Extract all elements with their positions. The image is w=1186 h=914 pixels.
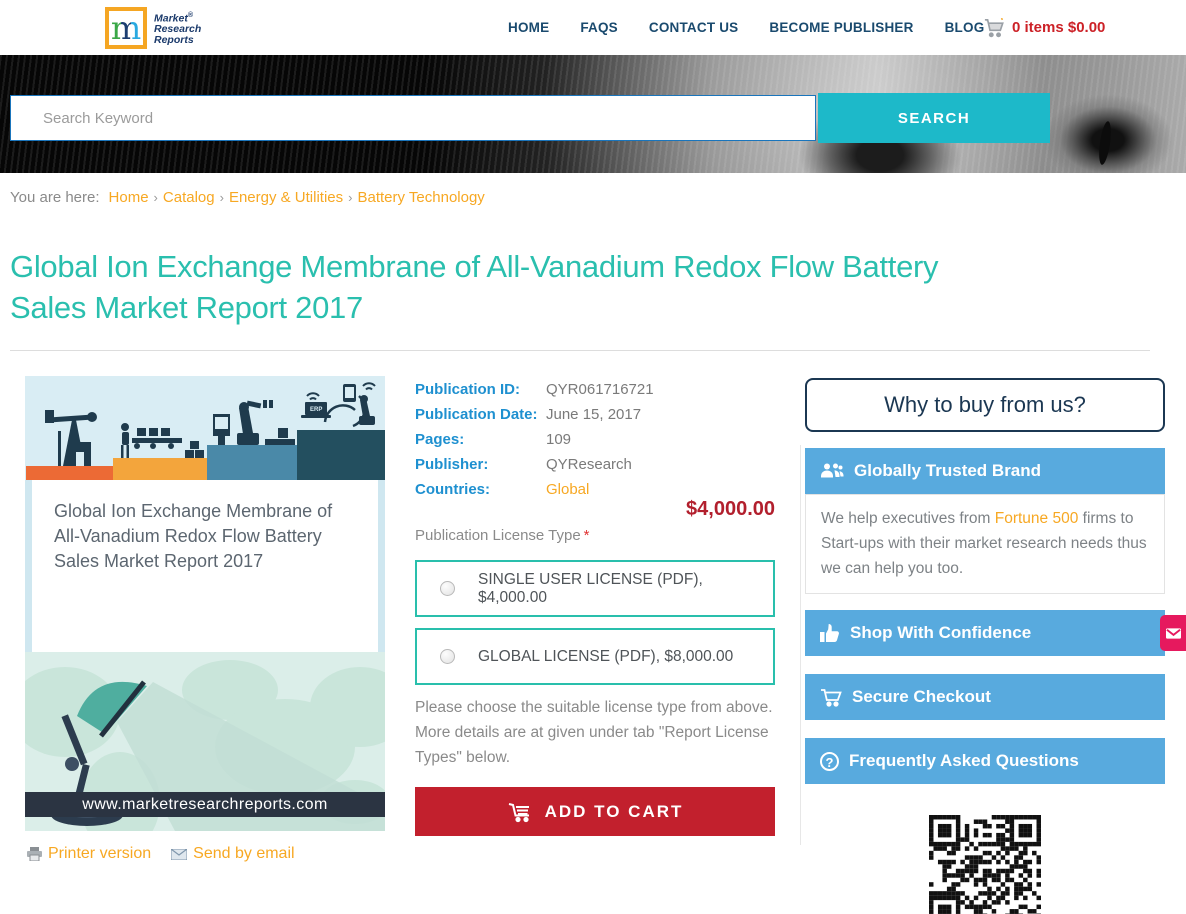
detail-label: Publication Date: <box>415 406 546 423</box>
envelope-icon <box>1166 628 1181 639</box>
cart-items-total: 0 items $0.00 <box>1012 19 1105 36</box>
fortune-500-link[interactable]: Fortune 500 <box>995 510 1079 527</box>
printer-icon <box>27 847 42 861</box>
breadcrumb-catalog[interactable]: Catalog <box>163 189 215 206</box>
cover-map-illustration: www.marketresearchreports.com <box>25 652 385 831</box>
license-option-single-user[interactable]: SINGLE USER LICENSE (PDF), $4,000.00 <box>415 560 775 617</box>
radio-global-license[interactable] <box>440 649 455 664</box>
column-divider <box>800 445 801 845</box>
logo-text: Market® Research Reports <box>154 10 201 47</box>
detail-row-publisher: Publisher: QYResearch <box>415 452 775 477</box>
breadcrumb-separator: › <box>220 190 224 205</box>
sidebar-section-faq[interactable]: ? Frequently Asked Questions <box>805 738 1165 784</box>
breadcrumb-home[interactable]: Home <box>109 189 149 206</box>
cart-icon <box>507 801 533 823</box>
sidebar-section-title: Globally Trusted Brand <box>854 461 1041 481</box>
email-feedback-tab[interactable] <box>1160 615 1186 651</box>
nav-home[interactable]: HOME <box>508 20 549 35</box>
report-cover-image: ERP Global Ion Exchange Membrane of All-… <box>25 376 385 831</box>
search-input[interactable] <box>10 95 816 141</box>
license-option-global[interactable]: GLOBAL LICENSE (PDF), $8,000.00 <box>415 628 775 685</box>
detail-value: June 15, 2017 <box>546 406 641 423</box>
users-icon <box>820 462 844 480</box>
price: $4,000.00 <box>686 498 775 521</box>
printer-version-link[interactable]: Printer version <box>27 845 151 863</box>
detail-row-publication-date: Publication Date: June 15, 2017 <box>415 402 775 427</box>
breadcrumb-battery-technology[interactable]: Battery Technology <box>358 189 485 206</box>
qr-code <box>929 815 1041 914</box>
page-title: Global Ion Exchange Membrane of All-Vana… <box>10 246 1150 328</box>
cart-summary[interactable]: 0 items $0.00 <box>983 0 1105 55</box>
registered-mark: ® <box>188 12 193 19</box>
breadcrumb-separator: › <box>348 190 352 205</box>
license-option-label: GLOBAL LICENSE (PDF), $8,000.00 <box>478 648 733 666</box>
sidebar-section-title: Frequently Asked Questions <box>849 751 1079 771</box>
main-nav: HOME FAQS CONTACT US BECOME PUBLISHER BL… <box>508 0 984 55</box>
detail-row-pages: Pages: 109 <box>415 427 775 452</box>
breadcrumb-energy-utilities[interactable]: Energy & Utilities <box>229 189 343 206</box>
svg-text:m: m <box>111 12 141 44</box>
sidebar-section-shop-with-confidence[interactable]: Shop With Confidence <box>805 610 1165 656</box>
countries-global-link[interactable]: Global <box>546 481 589 498</box>
detail-label: Publisher: <box>415 456 546 473</box>
detail-value: QYResearch <box>546 456 632 473</box>
send-by-email-link[interactable]: Send by email <box>171 845 294 863</box>
cover-title-area: Global Ion Exchange Membrane of All-Vana… <box>32 480 378 652</box>
printer-version-label: Printer version <box>48 845 151 863</box>
license-note: Please choose the suitable license type … <box>415 695 781 770</box>
send-by-email-label: Send by email <box>193 845 294 863</box>
site-logo[interactable]: m Market® Research Reports <box>105 7 201 49</box>
add-to-cart-label: ADD TO CART <box>545 802 684 822</box>
detail-label: Publication ID: <box>415 381 546 398</box>
sidebar-section-globally-trusted-brand[interactable]: Globally Trusted Brand <box>805 448 1165 494</box>
license-type-heading: Publication License Type* <box>415 527 590 544</box>
envelope-icon <box>171 849 187 860</box>
sidebar-section-secure-checkout[interactable]: Secure Checkout <box>805 674 1165 720</box>
logo-m-icon: m <box>105 7 147 49</box>
license-option-label: SINGLE USER LICENSE (PDF), $4,000.00 <box>478 571 773 607</box>
industry-illustration: ERP <box>25 376 385 480</box>
breadcrumb-prefix: You are here: <box>10 189 100 206</box>
cat-eye-decoration <box>1097 121 1113 166</box>
action-links: Printer version Send by email <box>27 845 295 863</box>
detail-label: Pages: <box>415 431 546 448</box>
site-header: m Market® Research Reports HOME FAQS CON… <box>0 0 1186 55</box>
detail-label: Countries: <box>415 481 546 498</box>
cart-icon <box>983 18 1005 38</box>
svg-text:ERP: ERP <box>310 407 322 413</box>
sidebar-section-title: Secure Checkout <box>852 687 991 707</box>
add-to-cart-button[interactable]: ADD TO CART <box>415 787 775 836</box>
nav-contact-us[interactable]: CONTACT US <box>649 20 739 35</box>
breadcrumb-separator: › <box>154 190 158 205</box>
cover-website-url: www.marketresearchreports.com <box>25 792 385 817</box>
required-asterisk: * <box>584 527 590 544</box>
sidebar-section-title: Shop With Confidence <box>850 623 1031 643</box>
thumbs-up-icon <box>820 624 840 643</box>
title-divider <box>10 350 1150 351</box>
breadcrumb: You are here: Home › Catalog › Energy & Utili… <box>10 189 490 206</box>
question-icon: ? <box>820 752 839 771</box>
page: m Market® Research Reports HOME FAQS CON… <box>0 0 1186 914</box>
why-buy-box: Why to buy from us? <box>805 378 1165 432</box>
radio-single-user-license[interactable] <box>440 581 455 596</box>
nav-become-publisher[interactable]: BECOME PUBLISHER <box>769 20 913 35</box>
nav-faqs[interactable]: FAQS <box>580 20 618 35</box>
cover-title: Global Ion Exchange Membrane of All-Vana… <box>54 499 358 574</box>
publication-details: Publication ID: QYR061716721 Publication… <box>415 377 775 837</box>
hero-banner: SEARCH <box>0 55 1186 173</box>
nav-blog[interactable]: BLOG <box>945 20 985 35</box>
detail-value: 109 <box>546 431 571 448</box>
detail-value: QYR061716721 <box>546 381 654 398</box>
trusted-brand-text: We help executives from Fortune 500 firm… <box>805 494 1165 594</box>
search-button[interactable]: SEARCH <box>818 93 1050 143</box>
detail-row-publication-id: Publication ID: QYR061716721 <box>415 377 775 402</box>
cart-icon <box>820 688 842 707</box>
